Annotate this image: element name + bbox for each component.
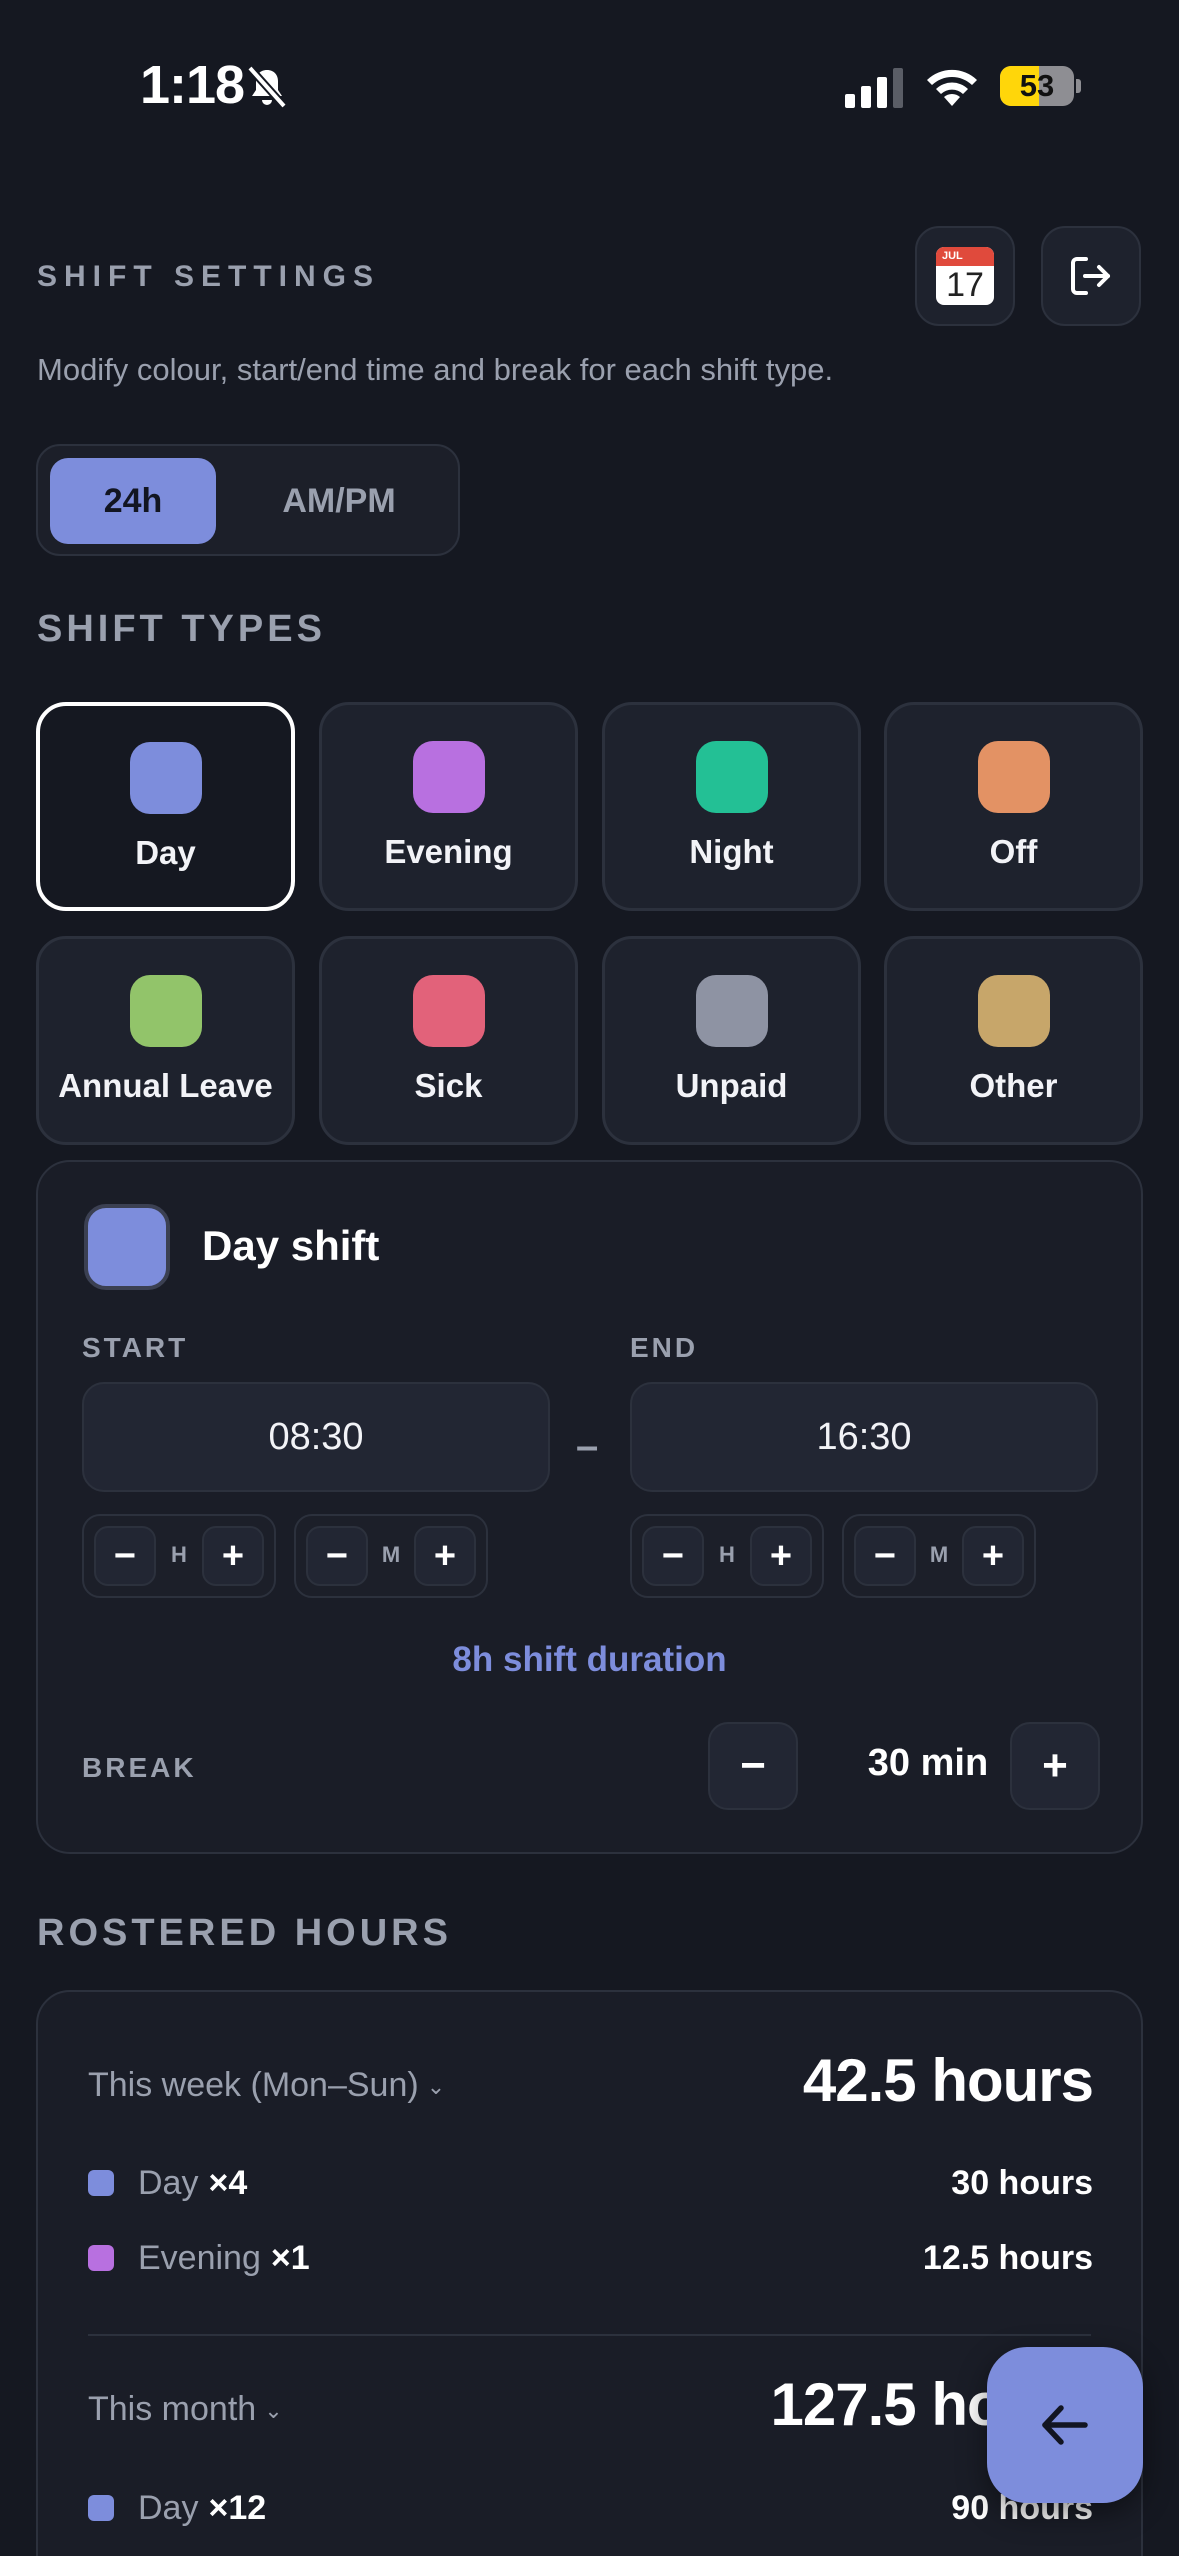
shift-type-label: Unpaid [675,1067,788,1104]
break-label: BREAK [82,1752,197,1783]
shift-type-other[interactable]: Other [884,936,1143,1145]
end-label: END [630,1332,699,1363]
shift-color-swatch [412,741,485,813]
start-hour-increment-button[interactable]: + [202,1526,264,1586]
week-period-selector[interactable]: This week (Mon–Sun) ⌄ [88,2066,445,2105]
end-minute-stepper: − M + [842,1514,1036,1598]
calendar-day: 17 [946,266,984,304]
shift-type-unpaid[interactable]: Unpaid [602,936,861,1145]
rostered-hours-heading: ROSTERED HOURS [37,1912,452,1954]
shift-type-label: Night [689,833,774,870]
format-24h-option[interactable]: 24h [50,458,216,544]
legend-dot [88,2170,114,2196]
rostered-hours-panel: This week (Mon–Sun) ⌄ 42.5 hours Day ×4 30… [36,1990,1143,2556]
battery-icon: 53 [1000,66,1081,106]
row-shift-name: Evening [138,2239,261,2277]
shift-type-label: Evening [384,833,513,870]
end-hour-increment-button[interactable]: + [750,1526,812,1586]
row-hours: 30 hours [951,2164,1093,2202]
chevron-down-icon: ⌄ [264,2398,283,2424]
start-hour-stepper: − H + [82,1514,276,1598]
legend-dot [88,2495,114,2521]
cellular-signal-icon [845,68,903,108]
shift-type-label: Other [969,1067,1058,1104]
shift-color-picker[interactable] [84,1204,170,1290]
page-title: SHIFT SETTINGS [37,260,381,293]
end-time-field[interactable]: 16:30 [630,1382,1098,1492]
shift-type-off[interactable]: Off [884,702,1143,911]
row-shift-name: Day [138,2164,199,2202]
shift-type-label: Day [135,834,196,871]
start-label: START [82,1332,189,1363]
logout-button[interactable] [1041,226,1141,326]
start-minute-stepper: − M + [294,1514,488,1598]
shift-color-swatch [412,975,485,1047]
shift-type-annual-leave[interactable]: Annual Leave [36,936,295,1145]
shift-duration: 8h shift duration [452,1640,727,1679]
end-hour-stepper: − H + [630,1514,824,1598]
shift-color-swatch [977,975,1050,1047]
start-minute-increment-button[interactable]: + [414,1526,476,1586]
break-value: 30 min [867,1742,989,1784]
week-period-label: This week (Mon–Sun) [88,2066,419,2104]
logout-icon [1071,257,1110,295]
chevron-down-icon: ⌄ [426,2074,446,2100]
shift-color-swatch [695,975,768,1047]
back-button[interactable] [987,2347,1143,2503]
calendar-icon: JUL 17 [936,247,994,305]
break-decrement-button[interactable]: − [708,1722,798,1810]
shift-type-label: Annual Leave [58,1067,273,1104]
row-shift-count: ×12 [208,2489,267,2527]
time-format-toggle: 24h AM/PM [36,444,460,556]
list-item: Day ×12 [138,2489,266,2528]
shift-types-heading: SHIFT TYPES [37,608,326,650]
row-shift-count: ×4 [208,2164,248,2202]
list-item: Day ×4 [138,2164,247,2203]
status-bar: 1:18 53 [0,0,1179,176]
arrow-left-icon [1042,2405,1088,2445]
calendar-button[interactable]: JUL 17 [915,226,1015,326]
shift-color-swatch [977,741,1050,813]
week-total-hours: 42.5 hours [802,2047,1094,2114]
list-item: Evening ×1 [138,2239,310,2278]
shift-type-label: Off [989,833,1038,870]
month-period-label: This month [88,2390,257,2428]
legend-dot [88,2245,114,2271]
shift-detail-panel: Day shift START END 08:30 – 16:30 − H + … [36,1160,1143,1854]
shift-type-night[interactable]: Night [602,702,861,911]
shift-color-swatch [129,742,202,814]
row-shift-name: Day [138,2489,199,2527]
row-hours: 12.5 hours [922,2239,1093,2277]
format-ampm-option[interactable]: AM/PM [234,458,444,544]
shift-type-day[interactable]: Day [36,702,295,911]
bell-muted-icon [247,65,287,109]
status-time: 1:18 [140,55,245,115]
calendar-month: JUL [936,247,994,266]
wifi-icon [927,69,977,106]
divider [88,2334,1091,2336]
shift-detail-title: Day shift [202,1222,380,1269]
shift-type-evening[interactable]: Evening [319,702,578,911]
time-separator: – [576,1424,599,1468]
page-subtitle: Modify colour, start/end time and break … [37,352,834,387]
shift-type-sick[interactable]: Sick [319,936,578,1145]
shift-color-swatch [695,741,768,813]
shift-type-label: Sick [414,1067,483,1104]
row-shift-count: ×1 [270,2239,310,2277]
month-period-selector[interactable]: This month ⌄ [88,2390,283,2429]
break-increment-button[interactable]: + [1010,1722,1100,1810]
end-minute-increment-button[interactable]: + [962,1526,1024,1586]
shift-color-swatch [129,975,202,1047]
battery-percent: 53 [1019,68,1055,103]
start-time-field[interactable]: 08:30 [82,1382,550,1492]
